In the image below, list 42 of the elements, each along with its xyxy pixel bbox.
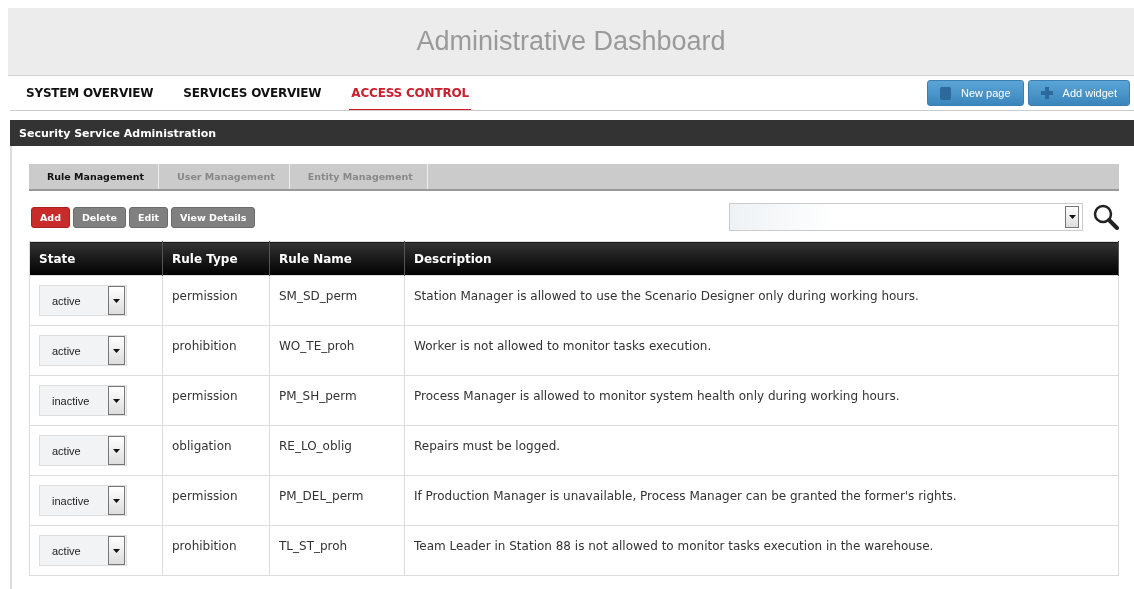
nav-tab[interactable]: SYSTEM OVERVIEW (24, 76, 156, 110)
search-field[interactable] (729, 203, 1083, 231)
search-icon[interactable] (1093, 204, 1119, 230)
table-cell: PM_SH_perm (269, 375, 405, 426)
nav-tab[interactable]: SERVICES OVERVIEW (181, 76, 324, 110)
toolbar-button[interactable]: View Details (171, 206, 256, 228)
state-dropdown[interactable]: active (39, 535, 127, 566)
table-cell: obligation (162, 425, 270, 476)
state-dropdown[interactable]: inactive (39, 485, 127, 516)
panel-title: Security Service Administration (19, 126, 217, 140)
table-cell: Process Manager is allowed to monitor system health only during working hours. (404, 375, 1119, 426)
table-cell: Team Leader in Station 88 is not allowed to monitor tasks execution in the warehouse. (404, 525, 1119, 576)
table-cell: Repairs must be logged. (404, 425, 1119, 476)
toolbar-button[interactable]: Delete (72, 206, 126, 228)
sub-tab[interactable]: Rule Management (29, 164, 159, 189)
table-cell: Worker is not allowed to monitor tasks execution. (404, 325, 1119, 376)
table-cell: permission (162, 275, 270, 326)
column-header: Rule Name (269, 241, 405, 276)
state-dropdown[interactable]: active (39, 285, 127, 316)
table-cell: RE_LO_oblig (269, 425, 405, 476)
table-cell: SM_SD_perm (269, 275, 405, 326)
column-header: Description (404, 241, 1119, 276)
table-cell: WO_TE_proh (269, 325, 405, 376)
dashboard-title: Administrative Dashboard (416, 26, 726, 57)
table-cell: permission (162, 375, 270, 426)
table-cell: TL_ST_proh (269, 525, 405, 576)
state-dropdown[interactable]: active (39, 335, 127, 366)
column-header: Rule Type (162, 241, 270, 276)
toolbar-button[interactable]: Edit (128, 206, 169, 228)
state-dropdown[interactable]: inactive (39, 385, 127, 416)
table-cell: If Production Manager is unavailable, Process Manager can be granted the former's rights. (404, 475, 1119, 526)
state-dropdown[interactable]: active (39, 435, 127, 466)
table-cell: prohibition (162, 325, 270, 376)
page-icon (940, 86, 951, 100)
nav-tab[interactable]: ACCESS CONTROL (349, 76, 471, 110)
plus-icon (1040, 87, 1053, 99)
table-cell: Station Manager is allowed to use the Scenario Designer only during working hours. (404, 275, 1119, 326)
table-cell: permission (162, 475, 270, 526)
toolbar-button[interactable]: Add (31, 206, 70, 228)
table-cell: PM_DEL_perm (269, 475, 405, 526)
column-header: State (29, 241, 163, 276)
table-cell: prohibition (162, 525, 270, 576)
